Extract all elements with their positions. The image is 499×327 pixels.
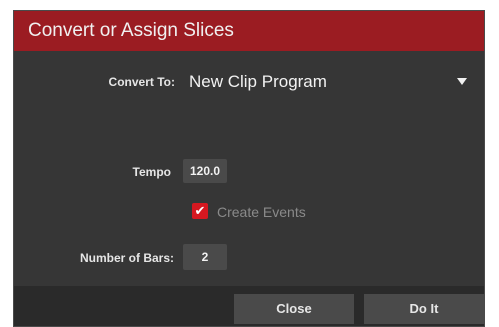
tempo-label: Tempo: [132, 165, 171, 179]
convert-to-label: Convert To:: [108, 75, 175, 89]
dialog-title: Convert or Assign Slices: [14, 11, 484, 51]
do-it-button[interactable]: Do It: [364, 294, 484, 324]
convert-to-dropdown[interactable]: New Clip Program: [189, 72, 327, 92]
close-button[interactable]: Close: [234, 294, 354, 324]
checkmark-icon: ✔: [194, 203, 206, 218]
tempo-field[interactable]: 120.0: [183, 159, 227, 183]
number-of-bars-label: Number of Bars:: [79, 251, 174, 265]
number-of-bars-field[interactable]: 2: [183, 244, 227, 270]
create-events-checkbox[interactable]: ✔: [192, 203, 208, 219]
dialog-footer: Close Do It: [14, 286, 484, 326]
convert-assign-slices-dialog: Convert or Assign Slices Convert To: New…: [13, 10, 485, 327]
triangle-down-icon[interactable]: [457, 78, 467, 85]
create-events-label[interactable]: Create Events: [217, 204, 306, 220]
